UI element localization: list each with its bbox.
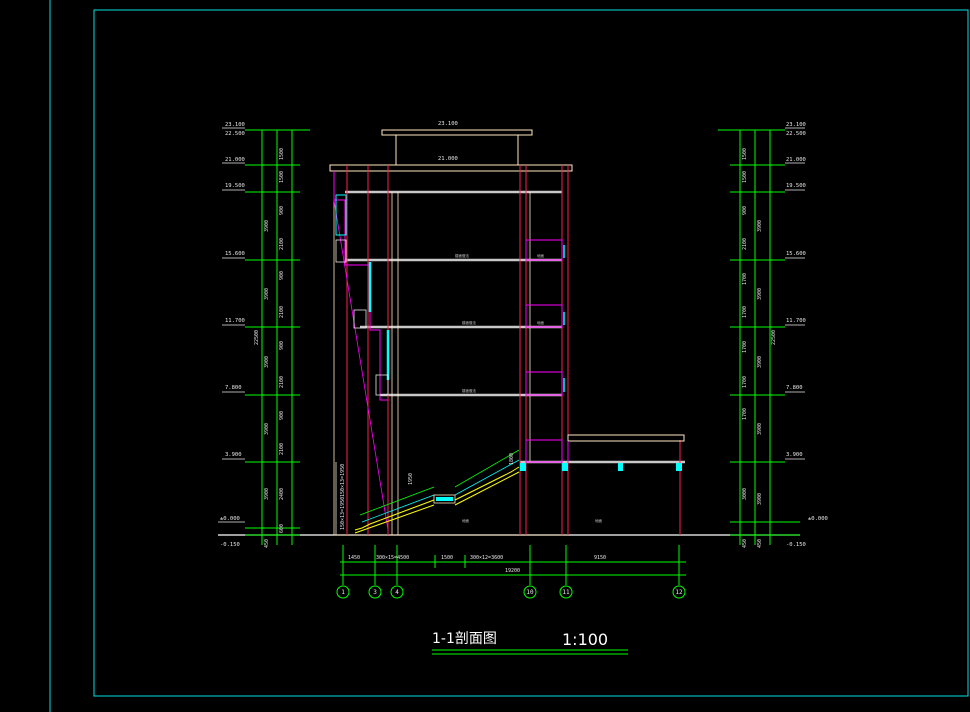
- elev-left: ±0.000: [220, 516, 240, 522]
- room-label: 地面: [537, 253, 545, 258]
- dim-bottom: 1450: [348, 555, 360, 561]
- dim-right-inner: 1700: [742, 376, 748, 388]
- landing-fill: [436, 497, 453, 501]
- annex-parapet: [567, 434, 685, 442]
- right-dimension-column: 1500 1500 900 2100 1700 1700 1700 1700 1…: [718, 122, 828, 548]
- room-label: 地面: [462, 518, 470, 523]
- floor-label: 楼面做法: [462, 320, 476, 325]
- elev-roof: 21.000: [438, 156, 458, 162]
- dim-left-inner: 900: [279, 341, 285, 350]
- dim-left-inner: 2100: [279, 306, 285, 318]
- dim-right-outer: 3900: [757, 423, 763, 435]
- pavilion-cornice: [381, 129, 533, 136]
- axis-bubble: 1: [341, 589, 345, 596]
- dim-bottom: 9150: [594, 555, 606, 561]
- dim-left-inner: 1500: [279, 171, 285, 183]
- building-outline: [333, 170, 569, 536]
- elev-left: 11.700: [225, 318, 245, 324]
- dim-right-outer: 3900: [757, 288, 763, 300]
- dim-left-inner: 2100: [279, 238, 285, 250]
- dim-right-outer: 450: [757, 539, 763, 548]
- stair-note: 1950: [408, 473, 414, 485]
- building-section: 23.100 21.000 150×13=1950 150×13=1950 19…: [329, 121, 685, 536]
- elev-top: 23.100: [438, 121, 458, 127]
- bottom-dimensions: 1450 300×15=4500 1500 300×12=3600 9150 1…: [336, 545, 686, 599]
- elev-left: 3.900: [225, 452, 242, 458]
- roof-slab: [329, 164, 573, 172]
- dim-left-inner: 2400: [279, 488, 285, 500]
- dim-right-inner: 1500: [742, 148, 748, 160]
- elev-left: 15.600: [225, 251, 245, 257]
- dim-left-inner: 900: [279, 206, 285, 215]
- elev-left: 23.100: [225, 122, 245, 128]
- dim-left-inner: 900: [279, 411, 285, 420]
- axis-bubble: 11: [562, 589, 570, 596]
- left-dimension-column: 1500 1500 900 2100 900 2100 900 2100 900…: [218, 122, 310, 548]
- dim-right-inner: 450: [742, 539, 748, 548]
- elev-right: 21.000: [786, 157, 806, 163]
- window-box: [375, 374, 389, 396]
- dim-left-outer: 3900: [264, 220, 270, 232]
- elev-right: 11.700: [786, 318, 806, 324]
- dim-left-inner: 2100: [279, 376, 285, 388]
- dim-right-inner: 2100: [742, 238, 748, 250]
- floor-label: 楼面做法: [462, 388, 476, 393]
- window-box: [353, 309, 367, 329]
- dim-right-inner: 1700: [742, 273, 748, 285]
- elev-right: 7.800: [786, 385, 803, 391]
- dim-right-inner: 3000: [742, 488, 748, 500]
- dim-left-outer: 450: [264, 539, 270, 548]
- drawing-scale: 1:100: [562, 630, 608, 649]
- dim-left-outer: 3900: [264, 356, 270, 368]
- dim-left-outer: 3900: [264, 288, 270, 300]
- stair-note: 150×13=1950: [340, 464, 346, 497]
- elev-right: ±0.000: [808, 516, 828, 522]
- cad-drawing-canvas: 1500 1500 900 2100 900 2100 900 2100 900…: [49, 0, 969, 712]
- dim-left-inner: 2100: [279, 443, 285, 455]
- axis-bubble: 10: [526, 589, 534, 596]
- elev-right: 22.500: [786, 131, 806, 137]
- dim-right-inner: 900: [742, 206, 748, 215]
- elev-right: 19.500: [786, 183, 806, 189]
- elev-right: 3.900: [786, 452, 803, 458]
- dim-right-outer: 3900: [757, 220, 763, 232]
- dim-right-inner: 1700: [742, 341, 748, 353]
- elev-left: 7.800: [225, 385, 242, 391]
- dim-right-total: 22500: [771, 330, 777, 345]
- dim-right-inner: 1700: [742, 408, 748, 420]
- drawing-title-block: 1-1剖面图 1:100: [432, 630, 628, 655]
- axis-bubble: 12: [675, 589, 683, 596]
- dim-left-inner: 900: [279, 271, 285, 280]
- stair-note: 150×13=1950: [340, 497, 346, 530]
- stair-note: 1800: [509, 453, 515, 465]
- elev-left: 21.000: [225, 157, 245, 163]
- elev-right: 15.600: [786, 251, 806, 257]
- drawing-title: 1-1剖面图: [432, 631, 497, 647]
- floor-label: 楼面做法: [455, 253, 469, 258]
- elev-left: -0.150: [220, 542, 240, 548]
- dim-left-inner: 600: [279, 524, 285, 533]
- stair-flight-2: [454, 466, 520, 506]
- dim-bottom-total: 19200: [505, 568, 520, 574]
- dim-right-outer: 3900: [757, 356, 763, 368]
- axis-bubble: 4: [395, 589, 399, 596]
- dim-bottom: 300×12=3600: [470, 555, 503, 561]
- room-label: 地面: [595, 518, 603, 523]
- elev-left: 19.500: [225, 183, 245, 189]
- dim-left-inner: 1500: [279, 148, 285, 160]
- dim-left-outer: 3900: [264, 423, 270, 435]
- dim-left-outer: 3900: [264, 488, 270, 500]
- dim-right-outer: 3900: [757, 493, 763, 505]
- room-label: 地面: [537, 320, 545, 325]
- stair-flight-1: [354, 499, 435, 534]
- elev-right: -0.150: [786, 542, 806, 548]
- axis-bubble: 3: [373, 589, 377, 596]
- dim-bottom: 1500: [441, 555, 453, 561]
- elev-right: 23.100: [786, 122, 806, 128]
- dim-right-inner: 1500: [742, 171, 748, 183]
- dim-right-inner: 1700: [742, 306, 748, 318]
- dim-left-total: 22500: [254, 330, 260, 345]
- elev-left: 22.500: [225, 131, 245, 137]
- dim-bottom: 300×15=4500: [376, 555, 409, 561]
